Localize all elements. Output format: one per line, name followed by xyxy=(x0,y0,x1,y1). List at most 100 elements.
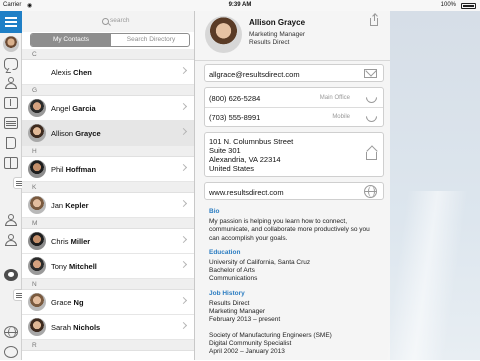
group-icon xyxy=(4,234,18,246)
contact-company: Results Direct xyxy=(249,39,290,46)
first-name: Allison xyxy=(51,129,74,138)
phone-icon[interactable] xyxy=(363,89,380,106)
contact-avatar xyxy=(28,196,46,214)
rail-library[interactable] xyxy=(4,157,18,169)
website-card[interactable]: www.resultsdirect.com xyxy=(204,182,384,200)
rail-calendar[interactable] xyxy=(4,117,18,129)
last-name: Ng xyxy=(73,298,84,307)
mail-icon[interactable] xyxy=(364,69,377,78)
phone-mobile-label: Mobile xyxy=(332,114,350,120)
megaphone-icon xyxy=(6,137,16,149)
download-icon xyxy=(4,97,18,109)
contact-photo xyxy=(205,16,242,53)
contact-row[interactable]: Chris Miller xyxy=(22,229,194,254)
first-name: Jan xyxy=(51,201,64,210)
profile-icon xyxy=(4,214,18,226)
rail-profile[interactable] xyxy=(4,214,18,226)
search-placeholder: search xyxy=(110,17,130,24)
section-header: M xyxy=(22,218,194,229)
contact-row[interactable]: Allison Grayce xyxy=(22,121,194,146)
contact-avatar xyxy=(28,293,46,311)
contact-row[interactable]: Alexis Chen xyxy=(22,60,194,85)
last-name: Garcia xyxy=(72,104,96,113)
first-name: Chris xyxy=(51,237,69,246)
job-line: April 2002 – January 2013 xyxy=(209,348,285,355)
last-name: Chen xyxy=(73,68,92,77)
rail-inbox[interactable] xyxy=(4,97,18,109)
first-name: Tony xyxy=(51,262,67,271)
book-icon xyxy=(4,157,18,169)
rail-chat[interactable] xyxy=(4,58,18,70)
help-icon xyxy=(4,346,18,358)
address-line: United States xyxy=(209,164,255,173)
phone-main[interactable]: (800) 626-5284 xyxy=(209,94,260,103)
job-history-heading: Job History xyxy=(209,290,245,297)
contact-name: Allison Grayce xyxy=(249,18,306,27)
contact-name: Chris Miller xyxy=(51,237,90,246)
rail-help[interactable] xyxy=(4,346,18,358)
first-name: Sarah xyxy=(51,323,72,332)
website-value: www.resultsdirect.com xyxy=(209,188,284,197)
share-icon[interactable] xyxy=(370,14,378,26)
contact-row[interactable]: Tony Mitchell xyxy=(22,254,194,279)
rail-web[interactable] xyxy=(4,326,18,338)
first-name: Alexis xyxy=(51,68,72,77)
last-name: Mitchell xyxy=(68,262,97,271)
clock: 9:39 AM xyxy=(228,2,252,8)
contact-row[interactable]: Grace Ng xyxy=(22,290,194,315)
rail-cards[interactable] xyxy=(4,177,193,189)
contact-list-panel: search My Contacts Search Directory C Ale… xyxy=(22,11,195,360)
globe-icon xyxy=(4,326,18,338)
chat-icon xyxy=(4,58,18,70)
search-bar: search xyxy=(22,11,194,32)
last-name: Grayce xyxy=(75,129,101,138)
education-heading: Education xyxy=(209,249,241,256)
last-name: Nichols xyxy=(73,323,101,332)
contact-name: Tony Mitchell xyxy=(51,262,97,271)
contact-row[interactable]: Sarah Nichols xyxy=(22,315,194,340)
phone-mobile[interactable]: (703) 555-8991 xyxy=(209,113,260,122)
chevron-right-icon xyxy=(179,296,188,305)
contact-avatar xyxy=(28,160,46,178)
home-icon[interactable] xyxy=(366,152,377,160)
contact-detail-panel: Allison Grayce Marketing Manager Results… xyxy=(195,11,390,360)
contact-avatar xyxy=(28,318,46,336)
rail-groups[interactable] xyxy=(4,234,18,246)
phone-card: (800) 626-5284 Main Office (703) 555-899… xyxy=(204,87,384,127)
phone-icon[interactable] xyxy=(363,108,380,125)
contact-row[interactable]: Angel Garcia xyxy=(22,96,194,121)
rail-contacts[interactable] xyxy=(4,77,18,89)
contact-row[interactable]: Jan Kepler xyxy=(22,193,194,218)
background-area xyxy=(384,11,480,361)
user-avatar[interactable] xyxy=(3,36,19,52)
twitter-icon xyxy=(4,269,18,281)
contact-row[interactable]: Phil Hoffman xyxy=(22,157,194,182)
education-line: Communications xyxy=(209,275,258,282)
first-name: Phil xyxy=(51,165,64,174)
person-icon xyxy=(4,77,18,89)
section-header: R xyxy=(22,340,194,351)
contact-rows: C Alexis Chen G Angel Garcia Allison Grayce H… xyxy=(22,49,194,351)
last-name: Hoffman xyxy=(65,165,97,174)
last-name: Miller xyxy=(70,237,91,246)
rail-announcements[interactable] xyxy=(4,137,18,149)
section-header: N xyxy=(22,279,194,290)
rail-news[interactable] xyxy=(4,289,193,301)
status-bar: Carrier ◉ 9:39 AM 100% xyxy=(0,0,480,11)
search-directory-tab[interactable]: Search Directory xyxy=(110,34,189,46)
search-input[interactable]: search xyxy=(28,14,188,28)
contact-name: Grace Ng xyxy=(51,298,84,307)
battery-percent: 100% xyxy=(440,2,456,8)
last-name: Kepler xyxy=(65,201,89,210)
chevron-right-icon xyxy=(179,321,188,330)
contact-avatar xyxy=(28,124,46,142)
calendar-icon xyxy=(4,117,18,129)
address-card[interactable]: 101 N. Columnbus Street Suite 301 Alexan… xyxy=(204,132,384,177)
rail-twitter[interactable] xyxy=(4,269,18,281)
address-line: Suite 301 xyxy=(209,146,241,155)
menu-button[interactable] xyxy=(0,11,22,33)
email-card[interactable]: allgrace@resultsdirect.com xyxy=(204,64,384,82)
globe-icon[interactable] xyxy=(364,185,377,198)
section-header: H xyxy=(22,146,194,157)
my-contacts-tab[interactable]: My Contacts xyxy=(31,34,111,46)
